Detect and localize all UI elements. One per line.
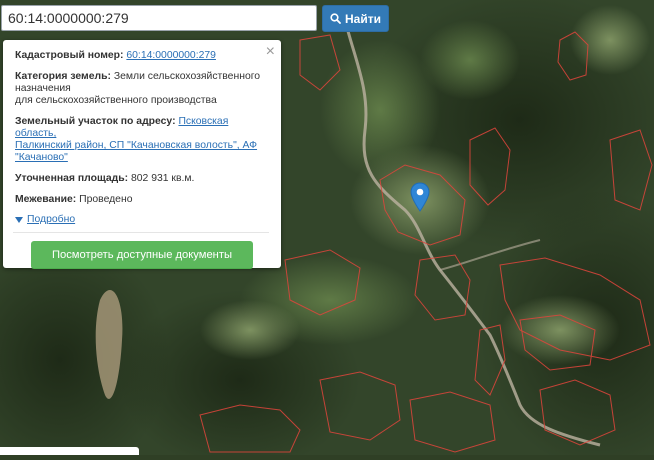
address-link-2[interactable]: Палкинский район, СП "Качановская волост… [15, 140, 257, 151]
bottom-panel [0, 447, 139, 455]
view-documents-button[interactable]: Посмотреть доступные документы [31, 241, 253, 269]
address-link-3[interactable]: "Качаново" [15, 152, 68, 163]
address-label: Земельный участок по адресу: [15, 116, 176, 127]
land-category-value-2: назначения [15, 83, 71, 94]
land-category-row: Категория земель: Земли сельскохозяйстве… [15, 71, 269, 107]
close-icon[interactable]: × [266, 44, 275, 60]
cadastral-number-link[interactable]: 60:14:0000000:279 [126, 50, 216, 61]
address-row: Земельный участок по адресу: Псковская о… [15, 116, 269, 164]
search-icon [330, 13, 341, 24]
cadastral-number-row: Кадастровый номер: 60:14:0000000:279 [15, 50, 269, 62]
area-label: Уточненная площадь: [15, 173, 129, 184]
divider [13, 232, 269, 233]
cadastral-number-label: Кадастровый номер: [15, 50, 124, 61]
map-marker-icon[interactable] [410, 182, 430, 212]
land-category-value-3: для сельскохозяйственного производства [15, 95, 217, 106]
survey-value: Проведено [79, 194, 133, 205]
details-toggle[interactable]: Подробно [15, 214, 269, 226]
survey-label: Межевание: [15, 194, 77, 205]
land-category-label: Категория земель: [15, 71, 111, 82]
land-category-value-1: Земли сельскохозяйственного [113, 71, 261, 82]
triangle-down-icon [15, 217, 23, 223]
details-link[interactable]: Подробно [27, 214, 75, 226]
area-row: Уточненная площадь: 802 931 кв.м. [15, 173, 269, 185]
search-input[interactable] [1, 5, 317, 31]
survey-row: Межевание: Проведено [15, 194, 269, 206]
parcel-info-popup: × Кадастровый номер: 60:14:0000000:279 К… [3, 40, 281, 269]
search-button-label: Найти [345, 11, 381, 26]
search-button[interactable]: Найти [322, 5, 389, 32]
area-value: 802 931 кв.м. [130, 173, 195, 184]
